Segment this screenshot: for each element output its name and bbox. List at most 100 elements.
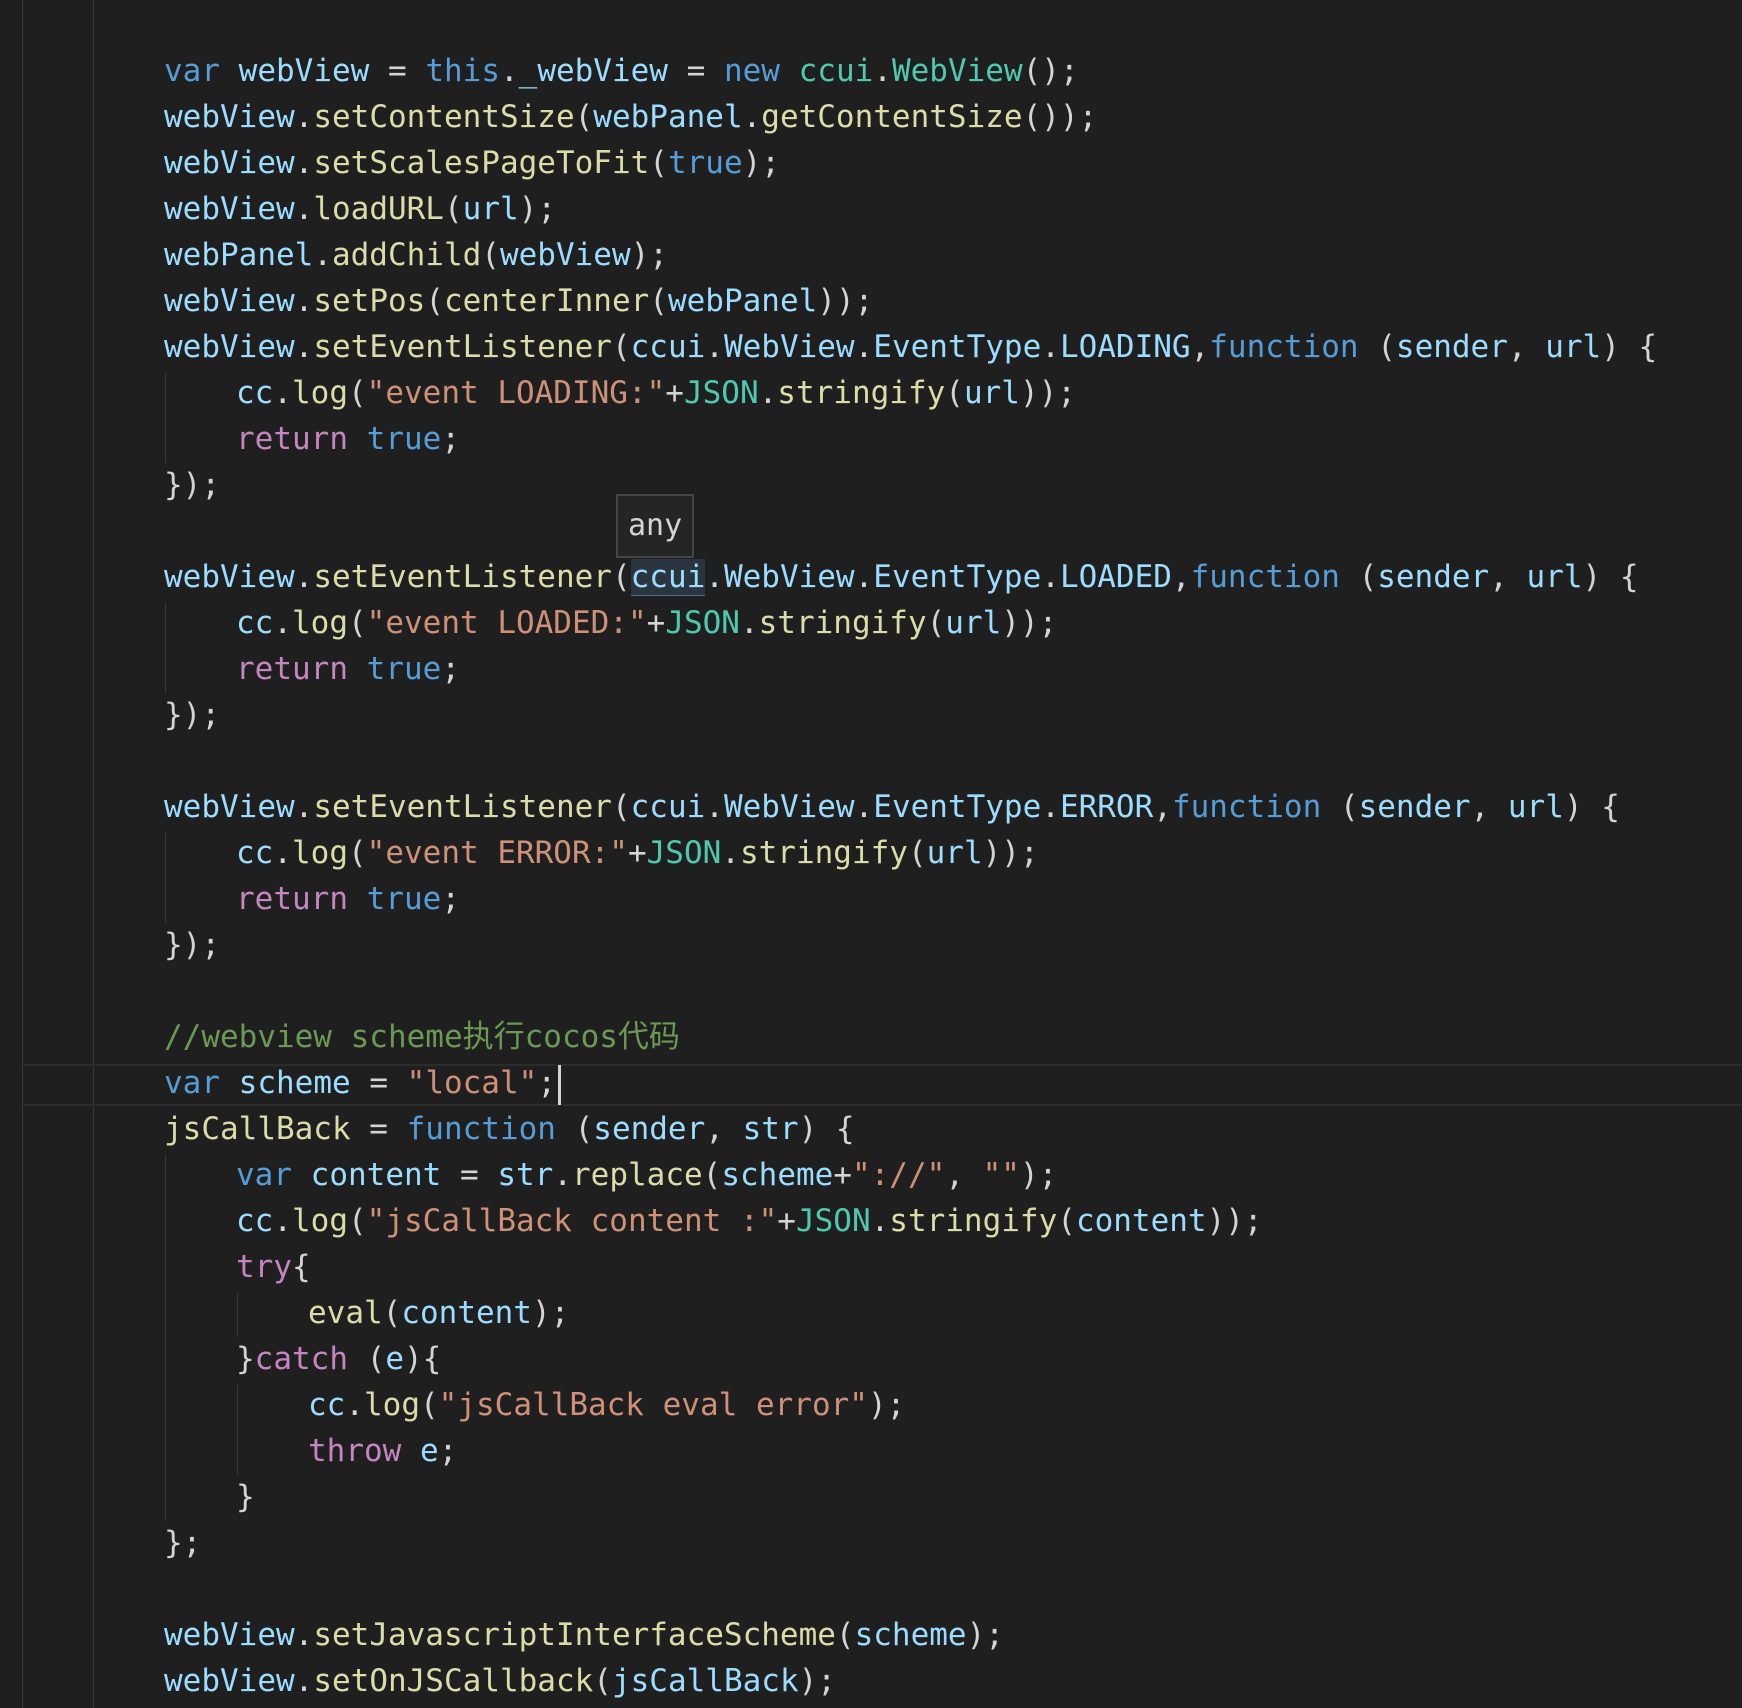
code-line[interactable]: cc.log("event LOADING:"+JSON.stringify(u…	[236, 370, 1076, 416]
code-token: webPanel	[164, 237, 314, 273]
code-token: var	[236, 1157, 292, 1193]
code-token: =	[667, 53, 724, 89]
code-token: cc	[236, 835, 274, 871]
code-line[interactable]: cc.log("jsCallBack eval error");	[308, 1382, 905, 1428]
code-token: (	[1339, 559, 1378, 595]
code-token: true	[366, 881, 442, 917]
code-token: JSON	[795, 1203, 871, 1239]
code-line[interactable]: });	[164, 922, 220, 968]
code-token: function	[406, 1111, 556, 1147]
code-line[interactable]: cc.log("event ERROR:"+JSON.stringify(url…	[236, 830, 1039, 876]
code-token: throw	[308, 1433, 402, 1469]
code-line[interactable]: webView.setEventListener(ccui.WebView.Ev…	[164, 554, 1639, 600]
code-token: =	[441, 1157, 498, 1193]
code-line[interactable]: jsCallBack = function (sender, str) {	[164, 1106, 855, 1152]
code-token: url	[1507, 789, 1564, 825]
code-token: stringify	[889, 1203, 1058, 1239]
code-token: centerInner	[443, 283, 650, 319]
code-token: content	[310, 1157, 442, 1193]
code-token: LOADING	[1059, 329, 1191, 365]
code-token: addChild	[331, 237, 482, 273]
code-token: (	[611, 559, 631, 595]
code-line[interactable]: webView.setContentSize(webPanel.getConte…	[164, 94, 1097, 140]
code-token: (	[649, 145, 668, 181]
code-line[interactable]: webView.setEventListener(ccui.WebView.Ev…	[164, 784, 1620, 830]
code-token: (	[555, 1111, 594, 1147]
indent-guide	[93, 0, 94, 1708]
code-token: EventType	[873, 329, 1042, 365]
code-token: .	[294, 191, 314, 227]
code-line[interactable]: var scheme = "local";	[164, 1060, 561, 1106]
code-token: log	[292, 835, 348, 871]
code-token: var	[164, 1065, 220, 1101]
code-token: .	[294, 283, 314, 319]
code-token: webView	[164, 145, 295, 181]
code-line[interactable]: try{	[236, 1244, 311, 1290]
code-token: );	[518, 191, 556, 227]
code-token: e	[420, 1433, 439, 1469]
code-token: log	[364, 1387, 420, 1423]
code-line[interactable]: eval(content);	[308, 1290, 569, 1336]
code-token: webView	[238, 53, 370, 89]
code-line[interactable]: cc.log("event LOADED:"+JSON.stringify(ur…	[236, 600, 1057, 646]
code-token: );	[742, 145, 780, 181]
code-token: (	[574, 99, 594, 135]
code-line[interactable]: webView.setEventListener(ccui.WebView.Ev…	[164, 324, 1657, 370]
code-token: {	[292, 1249, 311, 1285]
code-line[interactable]: cc.log("jsCallBack content :"+JSON.strin…	[236, 1198, 1263, 1244]
code-token: JSON	[665, 605, 740, 641]
code-line[interactable]: //webview scheme执行cocos代码	[164, 1014, 680, 1060]
code-token: cc	[236, 1203, 274, 1239]
code-token: "local"	[406, 1065, 538, 1101]
code-token: .	[294, 789, 314, 825]
code-line[interactable]: webView.setPos(centerInner(webPanel));	[164, 278, 873, 324]
code-token: .	[294, 559, 314, 595]
code-token: .	[854, 789, 874, 825]
code-token: .	[742, 99, 762, 135]
code-line[interactable]: });	[164, 462, 220, 508]
code-token: webView	[164, 1663, 295, 1699]
code-token: jsCallBack	[611, 1663, 799, 1699]
code-token: cc	[236, 605, 274, 641]
code-editor[interactable]: var webView = this._webView = new ccui.W…	[0, 0, 1742, 1708]
code-line[interactable]: }	[236, 1474, 255, 1520]
code-line[interactable]: throw e;	[308, 1428, 457, 1474]
code-token: scheme	[721, 1157, 834, 1193]
code-token: setEventListener	[313, 789, 612, 825]
code-token: ) {	[1563, 789, 1620, 825]
code-token: +	[627, 835, 647, 871]
code-line[interactable]: var content = str.replace(scheme+"://", …	[236, 1152, 1057, 1198]
code-token: e	[385, 1341, 404, 1377]
code-token: (	[611, 789, 631, 825]
code-token: url	[926, 835, 983, 871]
code-line[interactable]: webPanel.addChild(webView);	[164, 232, 668, 278]
code-line[interactable]: return true;	[236, 876, 460, 922]
code-token: .	[705, 789, 724, 825]
code-line[interactable]: webView.setOnJSCallback(jsCallBack);	[164, 1658, 836, 1704]
indent-guide	[165, 833, 166, 923]
code-token: ){	[404, 1341, 442, 1377]
code-token: ) {	[1582, 559, 1639, 595]
code-token: var	[164, 53, 220, 89]
code-token: ;	[441, 421, 460, 457]
code-token: function	[1171, 789, 1322, 825]
code-line[interactable]: }catch (e){	[236, 1336, 441, 1382]
code-token: (	[348, 1203, 367, 1239]
code-token: ,	[945, 1157, 983, 1193]
code-line[interactable]: webView.setJavascriptInterfaceScheme(sch…	[164, 1612, 1004, 1658]
code-token: url	[945, 605, 1002, 641]
code-token: webView	[164, 99, 295, 135]
code-line[interactable]: return true;	[236, 646, 460, 692]
code-line[interactable]: webView.setScalesPageToFit(true);	[164, 140, 780, 186]
code-line[interactable]: return true;	[236, 416, 460, 462]
code-line[interactable]: var webView = this._webView = new ccui.W…	[164, 48, 1079, 94]
code-token: +	[833, 1157, 852, 1193]
code-line[interactable]: };	[164, 1520, 201, 1566]
code-token: ;	[438, 1433, 458, 1469]
code-token: .	[294, 1663, 314, 1699]
code-line[interactable]: });	[164, 692, 220, 738]
code-token: ,	[705, 1111, 743, 1147]
code-line[interactable]: webView.loadURL(url);	[164, 186, 556, 232]
code-token: str	[742, 1111, 799, 1147]
